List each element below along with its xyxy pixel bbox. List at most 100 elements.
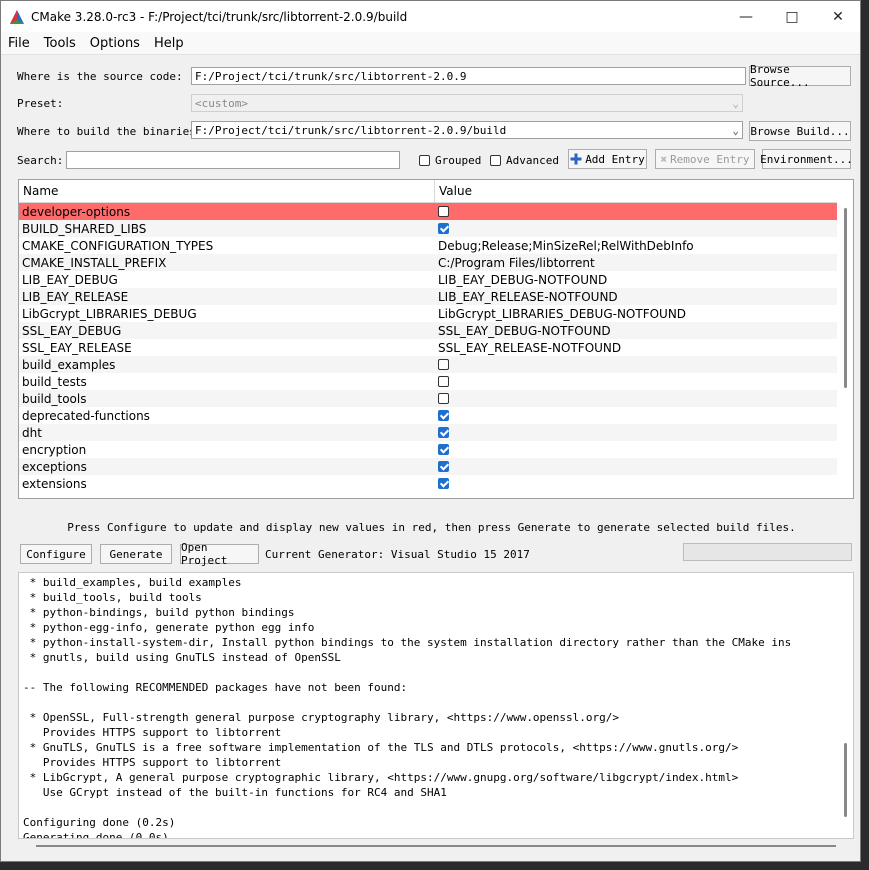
table-row[interactable]: deprecated-functions xyxy=(19,407,853,424)
table-row[interactable]: build_tools xyxy=(19,390,853,407)
checked-box-icon[interactable] xyxy=(438,223,449,234)
progress-bar xyxy=(683,543,852,561)
variable-value[interactable]: C:/Program Files/libtorrent xyxy=(435,254,835,271)
table-row[interactable]: SSL_EAY_DEBUG SSL_EAY_DEBUG-NOTFOUND xyxy=(19,322,853,339)
variable-name: build_tests xyxy=(22,374,87,389)
output-scroll-thumb[interactable] xyxy=(844,743,847,817)
variable-checkbox[interactable] xyxy=(435,390,835,407)
table-row[interactable]: CMAKE_INSTALL_PREFIX C:/Program Files/lib… xyxy=(19,254,853,271)
table-vertical-scrollbar[interactable] xyxy=(837,202,853,498)
variable-checkbox[interactable] xyxy=(435,203,835,220)
variable-checkbox[interactable] xyxy=(435,441,835,458)
variable-checkbox[interactable] xyxy=(435,356,835,373)
search-input[interactable] xyxy=(66,151,400,169)
browse-source-button[interactable]: Browse Source... xyxy=(749,63,851,89)
column-header-name[interactable]: Name xyxy=(19,180,435,202)
variable-checkbox[interactable] xyxy=(435,407,835,424)
variable-name: CMAKE_INSTALL_PREFIX xyxy=(22,255,167,270)
menu-bar: File Tools Options Help xyxy=(1,32,860,55)
table-row[interactable]: LibGcrypt_LIBRARIES_DEBUG LibGcrypt_LIBRA… xyxy=(19,305,853,322)
variable-value[interactable]: LIB_EAY_DEBUG-NOTFOUND xyxy=(435,271,835,288)
table-row[interactable]: LIB_EAY_DEBUG LIB_EAY_DEBUG-NOTFOUND xyxy=(19,271,853,288)
checked-box-icon[interactable] xyxy=(438,444,449,455)
output-lines: * build_examples, build examples * build… xyxy=(19,573,853,838)
minimize-icon: — xyxy=(739,8,753,25)
log-line: -- The following RECOMMENDED packages ha… xyxy=(23,681,408,694)
preset-select[interactable]: <custom> ⌄ xyxy=(191,94,743,112)
horizontal-scroll-thumb[interactable] xyxy=(36,845,836,847)
unchecked-box-icon[interactable] xyxy=(438,376,449,387)
variable-name: SSL_EAY_DEBUG xyxy=(22,323,122,338)
menu-options[interactable]: Options xyxy=(83,36,147,51)
chevron-down-icon: ⌄ xyxy=(732,96,739,110)
variable-name: dht xyxy=(22,425,42,440)
checked-box-icon[interactable] xyxy=(438,461,449,472)
variable-checkbox[interactable] xyxy=(435,373,835,390)
table-row[interactable]: build_examples xyxy=(19,356,853,373)
open-project-button[interactable]: Open Project xyxy=(180,541,259,567)
variable-name: BUILD_SHARED_LIBS xyxy=(22,221,147,236)
column-header-value[interactable]: Value xyxy=(435,180,472,202)
current-generator: Current Generator: Visual Studio 15 2017 xyxy=(265,547,530,561)
menu-tools[interactable]: Tools xyxy=(37,36,83,51)
table-row[interactable]: build_tests xyxy=(19,373,853,390)
table-row[interactable]: exceptions xyxy=(19,458,853,475)
close-button[interactable]: ✕ xyxy=(815,1,861,32)
output-horizontal-scrollbar[interactable] xyxy=(18,840,854,852)
log-line: Use GCrypt instead of the built-in funct… xyxy=(23,786,447,799)
table-row[interactable]: developer-options xyxy=(19,203,853,220)
variable-checkbox[interactable] xyxy=(435,458,835,475)
minimize-button[interactable]: — xyxy=(723,1,769,32)
variable-checkbox[interactable] xyxy=(435,424,835,441)
configure-button[interactable]: Configure xyxy=(20,544,92,564)
checked-box-icon[interactable] xyxy=(438,478,449,489)
table-row[interactable]: encryption xyxy=(19,441,853,458)
table-scroll-thumb[interactable] xyxy=(844,208,847,388)
variable-value[interactable]: SSL_EAY_RELEASE-NOTFOUND xyxy=(435,339,835,356)
variable-name: extensions xyxy=(22,476,87,491)
variable-checkbox[interactable] xyxy=(435,475,835,492)
variable-name: SSL_EAY_RELEASE xyxy=(22,340,132,355)
grouped-checkbox[interactable]: Grouped xyxy=(419,150,481,170)
checked-box-icon[interactable] xyxy=(438,410,449,421)
menu-file[interactable]: File xyxy=(1,36,37,51)
title-bar[interactable]: CMake 3.28.0-rc3 - F:/Project/tci/trunk/… xyxy=(1,1,860,32)
search-label: Search: xyxy=(17,153,64,167)
unchecked-box-icon[interactable] xyxy=(438,206,449,217)
browse-build-button[interactable]: Browse Build... xyxy=(749,121,851,141)
generate-button[interactable]: Generate xyxy=(100,544,172,564)
variable-value[interactable]: LibGcrypt_LIBRARIES_DEBUG-NOTFOUND xyxy=(435,305,835,322)
source-input[interactable]: F:/Project/tci/trunk/src/libtorrent-2.0.… xyxy=(191,67,746,85)
table-body: developer-options BUILD_SHARED_LIBS CMAKE_… xyxy=(19,203,853,492)
log-line: Configuring done (0.2s) xyxy=(23,816,176,829)
add-entry-button[interactable]: Add Entry xyxy=(568,149,647,169)
variable-value[interactable]: Debug;Release;MinSizeRel;RelWithDebInfo xyxy=(435,237,835,254)
table-row[interactable]: CMAKE_CONFIGURATION_TYPES Debug;Release;M… xyxy=(19,237,853,254)
close-icon: ✕ xyxy=(832,8,844,25)
checked-box-icon[interactable] xyxy=(438,427,449,438)
table-row[interactable]: SSL_EAY_RELEASE SSL_EAY_RELEASE-NOTFOUND xyxy=(19,339,853,356)
table-row[interactable]: extensions xyxy=(19,475,853,492)
table-row[interactable]: LIB_EAY_RELEASE LIB_EAY_RELEASE-NOTFOUND xyxy=(19,288,853,305)
remove-entry-button[interactable]: ✖ Remove Entry xyxy=(655,149,755,169)
build-select[interactable]: F:/Project/tci/trunk/src/libtorrent-2.0.… xyxy=(191,121,743,139)
unchecked-box-icon[interactable] xyxy=(438,393,449,404)
variable-name: LIB_EAY_DEBUG xyxy=(22,272,118,287)
variable-checkbox[interactable] xyxy=(435,220,835,237)
advanced-checkbox[interactable]: Advanced xyxy=(490,150,559,170)
unchecked-box-icon[interactable] xyxy=(438,359,449,370)
output-log[interactable]: * build_examples, build examples * build… xyxy=(18,572,854,839)
maximize-button[interactable]: □ xyxy=(769,1,815,32)
variable-name: LibGcrypt_LIBRARIES_DEBUG xyxy=(22,306,197,321)
environment-button[interactable]: Environment... xyxy=(760,149,853,169)
variable-value[interactable]: SSL_EAY_DEBUG-NOTFOUND xyxy=(435,322,835,339)
variable-value[interactable]: LIB_EAY_RELEASE-NOTFOUND xyxy=(435,288,835,305)
table-row[interactable]: BUILD_SHARED_LIBS xyxy=(19,220,853,237)
table-row[interactable]: dht xyxy=(19,424,853,441)
menu-help[interactable]: Help xyxy=(147,36,191,51)
log-line: * GnuTLS, GnuTLS is a free software impl… xyxy=(23,741,739,754)
build-label: Where to build the binaries: xyxy=(17,124,203,138)
